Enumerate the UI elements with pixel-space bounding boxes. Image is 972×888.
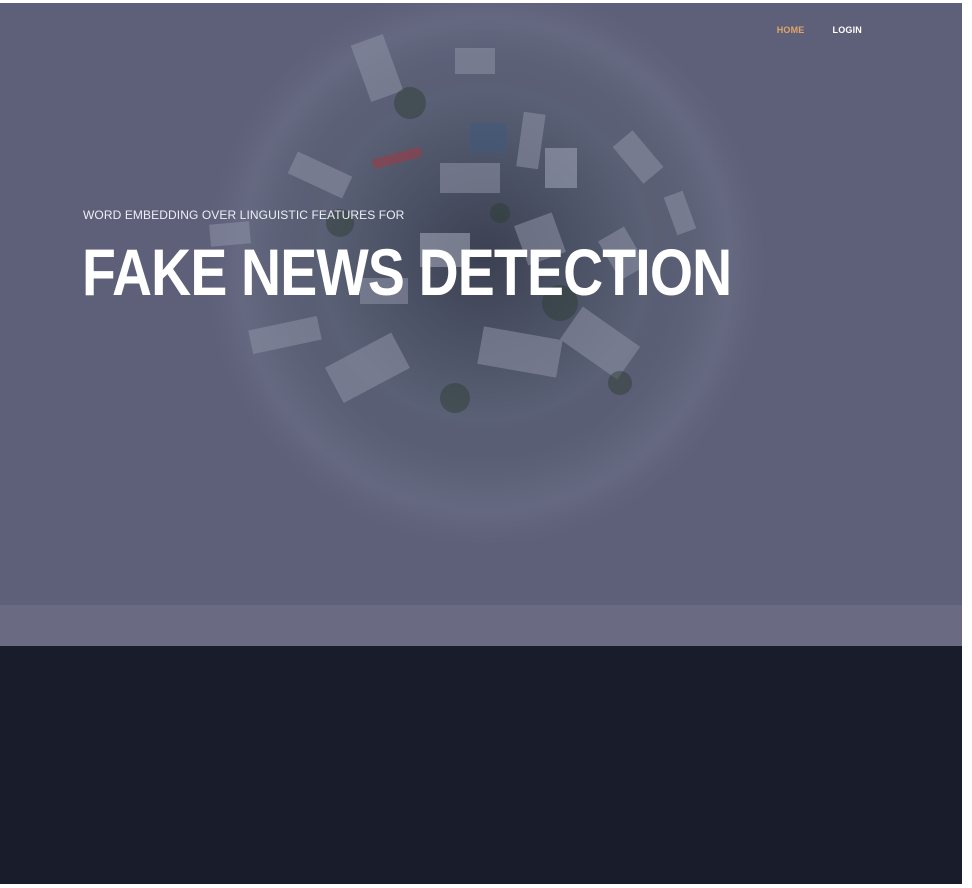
main-nav: HOME LOGIN — [777, 25, 862, 35]
hero-subtitle: WORD EMBEDDING OVER LINGUISTIC FEATURES … — [83, 208, 405, 222]
nav-login-link[interactable]: LOGIN — [833, 25, 863, 35]
divider-band — [0, 605, 962, 646]
nav-home-link[interactable]: HOME — [777, 25, 805, 35]
footer — [0, 646, 962, 884]
hero-title: FAKE NEWS DETECTION — [82, 235, 732, 309]
page: HOME LOGIN WORD EMBEDDING OVER LINGUISTI… — [0, 0, 972, 888]
hero-section: HOME LOGIN WORD EMBEDDING OVER LINGUISTI… — [0, 3, 962, 605]
